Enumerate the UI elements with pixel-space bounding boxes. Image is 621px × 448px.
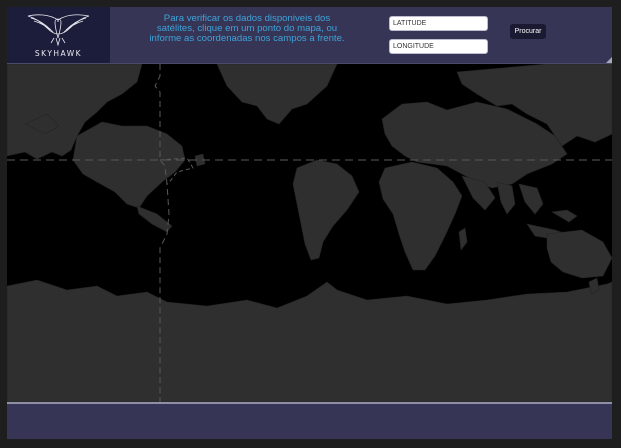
footer-panel (7, 402, 612, 439)
logo: SKYHAWK (7, 7, 110, 63)
resize-corner (606, 57, 612, 63)
world-map[interactable] (7, 64, 612, 402)
app-frame: SKYHAWK Para verificar os dados disponiv… (7, 7, 612, 439)
longitude-input[interactable] (389, 39, 488, 54)
search-button[interactable]: Procurar (510, 24, 546, 39)
header-bar: SKYHAWK Para verificar os dados disponiv… (7, 7, 612, 64)
landmasses (7, 64, 612, 402)
latitude-input[interactable] (389, 16, 488, 31)
map-canvas[interactable] (7, 64, 612, 402)
brand-name: SKYHAWK (34, 49, 83, 58)
instructions-text: Para verificar os dados disponiveis dos … (149, 13, 345, 44)
hawk-icon (27, 14, 90, 47)
